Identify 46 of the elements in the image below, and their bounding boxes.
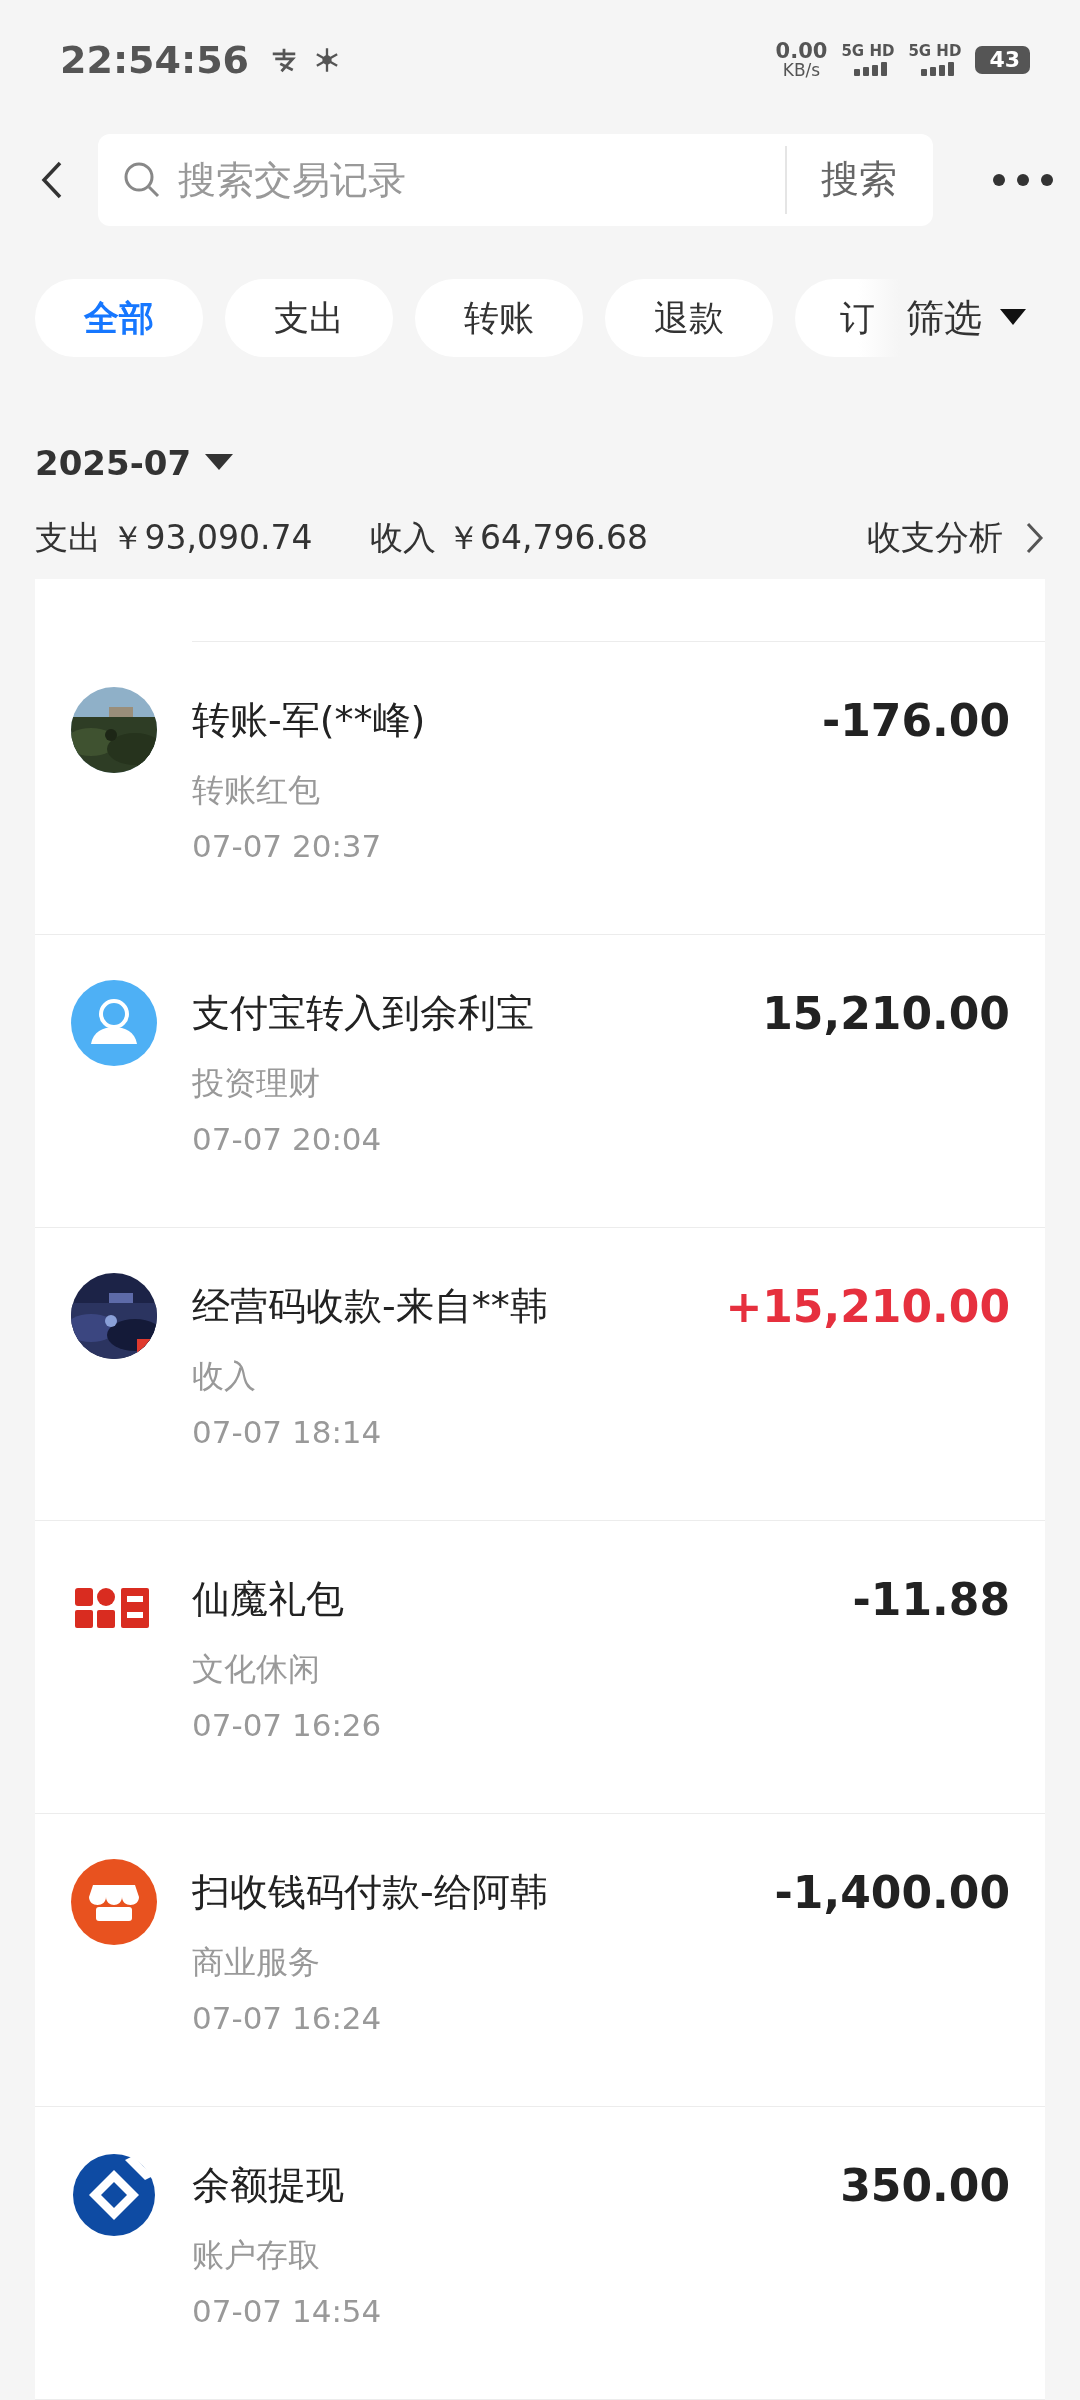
transaction-amount: -11.88 bbox=[852, 1574, 1010, 1626]
transaction-time: 07-07 20:04 bbox=[192, 1121, 383, 1157]
transaction-time: 07-07 14:54 bbox=[192, 2293, 383, 2329]
network-type: 5G HD bbox=[841, 43, 895, 59]
network-speed: 0.00 bbox=[775, 40, 828, 62]
search-button[interactable]: 搜索 bbox=[801, 133, 933, 226]
back-icon[interactable] bbox=[40, 159, 64, 200]
bank-logo-icon bbox=[70, 2152, 157, 2238]
chevron-right-icon[interactable] bbox=[1025, 521, 1045, 556]
transaction-amount: -1,400.00 bbox=[774, 1867, 1010, 1919]
transaction-amount: +15,210.00 bbox=[725, 1281, 1010, 1333]
transaction-category: 账户存取 bbox=[192, 2235, 321, 2276]
transaction-category: 商业服务 bbox=[192, 1942, 321, 1983]
analysis-link[interactable]: 收支分析 bbox=[867, 515, 1003, 562]
transaction-category: 转账红包 bbox=[192, 770, 321, 811]
filter-tab[interactable]: 转账 bbox=[415, 279, 583, 358]
person-icon bbox=[70, 980, 157, 1066]
transaction-title[interactable]: 支付宝转入到余利宝 bbox=[192, 988, 534, 1040]
status-time: 22:54:56 bbox=[60, 37, 250, 82]
transaction-title[interactable]: 余额提现 bbox=[192, 2160, 344, 2212]
transaction-amount: 350.00 bbox=[840, 2160, 1010, 2212]
income-total: 收入 ￥64,796.68 bbox=[370, 516, 648, 559]
battery-indicator: 43 bbox=[975, 45, 1030, 74]
shop-icon bbox=[70, 1859, 157, 1945]
filter-tab[interactable]: 支出 bbox=[225, 279, 393, 358]
filter-tab[interactable]: 全部 bbox=[35, 279, 203, 358]
search-field[interactable]: 搜索交易记录 搜索 bbox=[98, 133, 933, 226]
transaction-title[interactable]: 转账-军(**峰) bbox=[192, 695, 426, 747]
transaction-amount: 15,210.00 bbox=[762, 988, 1010, 1040]
filter-tab[interactable]: 退款 bbox=[605, 279, 773, 358]
transaction-title[interactable]: 经营码收款-来自**韩 bbox=[192, 1281, 548, 1333]
transaction-title[interactable]: 扫收钱码付款-给阿韩 bbox=[192, 1867, 548, 1919]
transaction-title[interactable]: 仙魔礼包 bbox=[192, 1574, 344, 1626]
more-icon[interactable] bbox=[991, 171, 1055, 188]
transaction-category: 收入 bbox=[192, 1356, 257, 1397]
transaction-amount: -176.00 bbox=[821, 695, 1010, 747]
expense-total: 支出 ￥93,090.74 bbox=[35, 516, 313, 559]
network-type: 5G HD bbox=[908, 43, 962, 59]
network-unit: KB/s bbox=[782, 61, 821, 79]
transaction-time: 07-07 20:37 bbox=[192, 828, 383, 864]
month-selector[interactable]: 2025-07 bbox=[35, 443, 192, 484]
transaction-category: 文化休闲 bbox=[192, 1649, 321, 1690]
transaction-time: 07-07 16:24 bbox=[192, 2000, 383, 2036]
transaction-category: 投资理财 bbox=[192, 1063, 321, 1104]
transaction-time: 07-07 18:14 bbox=[192, 1414, 383, 1450]
transaction-time: 07-07 16:26 bbox=[192, 1707, 383, 1743]
